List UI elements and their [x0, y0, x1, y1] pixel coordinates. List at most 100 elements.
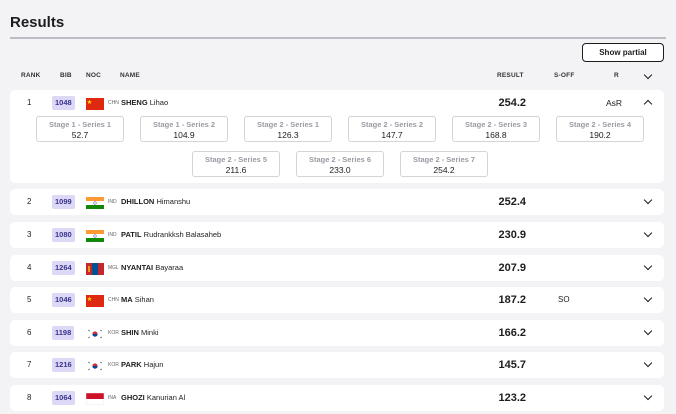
- series-label: Stage 2 - Series 6: [308, 155, 372, 164]
- bib-badge: 1064: [52, 391, 75, 405]
- result-value: 207.9: [498, 262, 526, 274]
- rank-value: 3: [27, 230, 32, 239]
- column-header-record: R: [614, 72, 619, 79]
- result-value: 166.2: [498, 327, 526, 339]
- result-value: 123.2: [498, 392, 526, 404]
- shoot-off-value: SO: [558, 295, 570, 304]
- bib-badge: 1264: [52, 261, 75, 275]
- result-row[interactable]: 8 1064 INA GHOZI Kanurian Al 123.2: [10, 385, 664, 411]
- rank-value: 7: [27, 360, 32, 369]
- series-label: Stage 2 - Series 3: [464, 120, 528, 129]
- result-value: 254.2: [498, 97, 526, 109]
- athlete-name[interactable]: PATIL Rudrankksh Balasaheb: [121, 222, 221, 248]
- title-divider: [10, 37, 666, 39]
- chevron-up-icon[interactable]: [643, 99, 653, 109]
- series-score-card: Stage 2 - Series 2 147.7: [348, 116, 436, 142]
- noc-code: INA: [108, 395, 117, 401]
- rank-value: 6: [27, 328, 32, 337]
- flag-kor-icon: [86, 327, 104, 340]
- bib-badge: 1080: [52, 228, 75, 242]
- series-score-card: Stage 1 - Series 1 52.7: [36, 116, 124, 142]
- series-score-card: Stage 2 - Series 1 126.3: [244, 116, 332, 142]
- rank-value: 8: [27, 393, 32, 402]
- flag-mgl-icon: [86, 262, 104, 275]
- series-label: Stage 2 - Series 7: [412, 155, 476, 164]
- chevron-down-icon[interactable]: [643, 358, 653, 368]
- series-score-card: Stage 2 - Series 3 168.8: [452, 116, 540, 142]
- series-value: 104.9: [173, 130, 195, 140]
- athlete-given-name: Kanurian Al: [146, 393, 186, 402]
- rank-value: 2: [27, 197, 32, 206]
- result-row[interactable]: 3 1080 IND PATIL Rudrankksh Balasaheb 230.9: [10, 222, 664, 248]
- noc-code: KOR: [108, 362, 119, 368]
- series-value: 147.7: [381, 130, 403, 140]
- series-value: 211.6: [225, 165, 247, 175]
- series-value: 233.0: [329, 165, 351, 175]
- result-value: 230.9: [498, 229, 526, 241]
- bib-badge: 1198: [52, 326, 75, 340]
- series-label: Stage 2 - Series 2: [360, 120, 424, 129]
- chevron-down-icon[interactable]: [643, 261, 653, 271]
- series-value: 254.2: [433, 165, 455, 175]
- result-row[interactable]: 4 1264 MGL NYANTAI Bayaraa 207.9: [10, 255, 664, 281]
- athlete-name[interactable]: PARK Hajun: [121, 352, 163, 378]
- flag-chn-icon: [86, 97, 104, 110]
- series-score-card: Stage 2 - Series 7 254.2: [400, 151, 488, 177]
- rank-value: 1: [27, 98, 32, 107]
- athlete-name[interactable]: SHIN Minki: [121, 320, 159, 346]
- athlete-given-name: Sihan: [134, 295, 154, 304]
- flag-ind-icon: [86, 196, 104, 209]
- athlete-surname: GHOZI: [121, 393, 145, 402]
- noc-code: MGL: [108, 265, 119, 271]
- athlete-given-name: Bayaraa: [155, 263, 184, 272]
- athlete-surname: SHENG: [121, 98, 148, 107]
- athlete-name[interactable]: DHILLON Himanshu: [121, 189, 190, 215]
- series-score-card: Stage 2 - Series 6 233.0: [296, 151, 384, 177]
- flag-ina-icon: [85, 392, 105, 406]
- athlete-name[interactable]: NYANTAI Bayaraa: [121, 255, 183, 281]
- series-label: Stage 2 - Series 1: [256, 120, 320, 129]
- result-row[interactable]: 2 1099 IND DHILLON Himanshu 252.4: [10, 189, 664, 215]
- athlete-surname: SHIN: [121, 328, 139, 337]
- result-row[interactable]: 5 1046 CHN MA Sihan 187.2 SO: [10, 287, 664, 313]
- athlete-name[interactable]: GHOZI Kanurian Al: [121, 385, 185, 411]
- flag-kor-icon: [86, 359, 104, 372]
- result-value: 252.4: [498, 196, 526, 208]
- series-value: 126.3: [277, 130, 299, 140]
- results-title: Results: [10, 14, 65, 31]
- expand-all-chevron-icon[interactable]: [643, 70, 653, 80]
- chevron-down-icon[interactable]: [643, 326, 653, 336]
- rank-value: 4: [27, 263, 32, 272]
- series-label: Stage 1 - Series 1: [48, 120, 112, 129]
- athlete-surname: PATIL: [121, 230, 142, 239]
- chevron-down-icon[interactable]: [643, 195, 653, 205]
- series-value: 168.8: [485, 130, 507, 140]
- noc-code: KOR: [108, 330, 119, 336]
- athlete-given-name: Hajun: [143, 360, 164, 369]
- athlete-given-name: Rudrankksh Balasaheb: [143, 230, 222, 239]
- chevron-down-icon[interactable]: [643, 391, 653, 401]
- noc-code: IND: [108, 199, 117, 205]
- series-score-card: Stage 1 - Series 2 104.9: [140, 116, 228, 142]
- athlete-name[interactable]: MA Sihan: [121, 287, 154, 313]
- record-value: AsR: [606, 98, 623, 108]
- series-label: Stage 2 - Series 5: [204, 155, 268, 164]
- bib-badge: 1216: [52, 358, 75, 372]
- series-score-card: Stage 2 - Series 4 190.2: [556, 116, 644, 142]
- column-header-result: RESULT: [497, 72, 524, 79]
- result-row[interactable]: 6 1198 KOR SHIN Minki 166.2: [10, 320, 664, 346]
- series-value: 52.7: [71, 130, 89, 140]
- chevron-down-icon[interactable]: [643, 228, 653, 238]
- column-header-name: NAME: [120, 72, 140, 79]
- show-partial-button[interactable]: Show partial: [582, 43, 664, 62]
- athlete-surname: MA: [121, 295, 133, 304]
- result-row[interactable]: 7 1216 KOR PARK Hajun 145.7: [10, 352, 664, 378]
- chevron-down-icon[interactable]: [643, 293, 653, 303]
- noc-code: CHN: [108, 297, 119, 303]
- series-score-card: Stage 2 - Series 5 211.6: [192, 151, 280, 177]
- column-header-rank: RANK: [21, 72, 41, 79]
- column-header-bib: BIB: [60, 72, 72, 79]
- athlete-name[interactable]: SHENG Lihao: [121, 90, 168, 116]
- bib-badge: 1048: [52, 96, 75, 110]
- bib-badge: 1099: [52, 195, 75, 209]
